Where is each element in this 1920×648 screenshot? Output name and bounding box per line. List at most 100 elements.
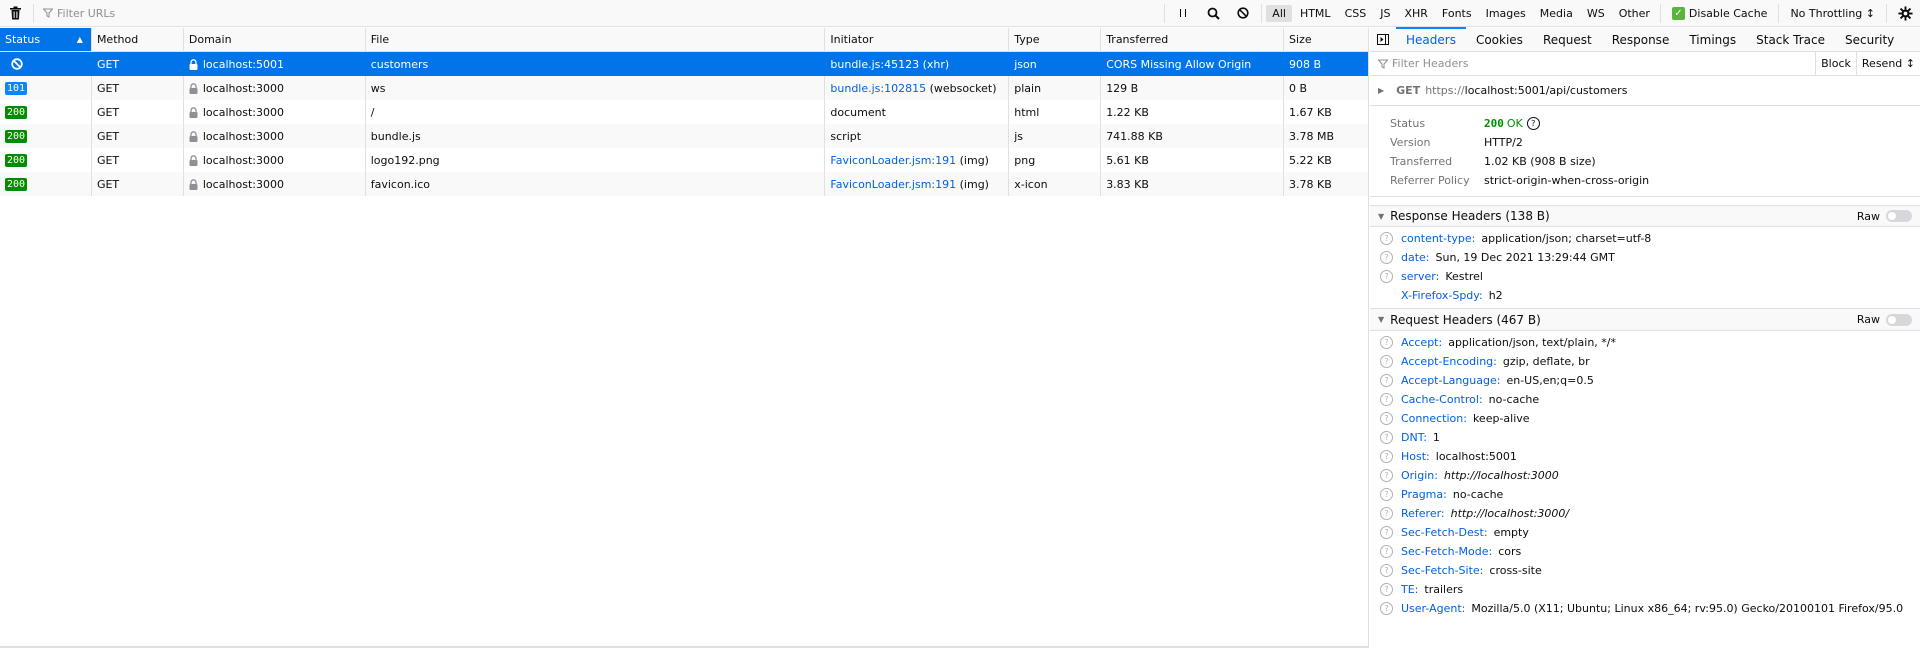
request-headers-section[interactable]: ▼ Request Headers (467 B) Raw: [1370, 309, 1920, 331]
header-row[interactable]: ? Sec-Fetch-Dest: empty: [1370, 523, 1920, 542]
help-icon[interactable]: ?: [1380, 431, 1393, 444]
cell-transferred: CORS Missing Allow Origin: [1106, 57, 1252, 71]
help-icon[interactable]: ?: [1380, 488, 1393, 501]
filter-urls-input[interactable]: [57, 6, 457, 20]
help-icon[interactable]: ?: [1526, 117, 1540, 130]
header-row[interactable]: ? User-Agent: Mozilla/5.0 (X11; Ubuntu; Li…: [1370, 599, 1920, 618]
header-row[interactable]: ? Origin: http://localhost:3000: [1370, 466, 1920, 485]
header-row[interactable]: ? Pragma: no-cache: [1370, 485, 1920, 504]
header-row[interactable]: ? Accept-Encoding: gzip, deflate, br: [1370, 352, 1920, 371]
filter-fonts[interactable]: Fonts: [1436, 5, 1478, 22]
help-icon[interactable]: ?: [1380, 526, 1393, 539]
initiator-link[interactable]: FaviconLoader.jsm:191: [830, 154, 956, 167]
cell-initiator: FaviconLoader.jsm:191 (img): [825, 148, 1010, 172]
tab-cookies[interactable]: Cookies: [1466, 28, 1533, 51]
filter-html[interactable]: HTML: [1294, 5, 1337, 22]
block-urls-button[interactable]: [1228, 0, 1258, 27]
filter-xhr[interactable]: XHR: [1398, 5, 1433, 22]
column-header-size[interactable]: Size: [1284, 28, 1368, 51]
request-method: GET: [1396, 84, 1421, 97]
help-icon[interactable]: ?: [1380, 602, 1393, 615]
tab-headers[interactable]: Headers: [1396, 27, 1466, 51]
header-row[interactable]: ? TE: trailers: [1370, 580, 1920, 599]
initiator-link[interactable]: FaviconLoader.jsm:191: [830, 178, 956, 191]
header-row[interactable]: ? Host: localhost:5001: [1370, 447, 1920, 466]
header-row[interactable]: ?X-Firefox-Spdy:h2: [1370, 286, 1920, 305]
column-header-type[interactable]: Type: [1009, 28, 1102, 51]
help-icon[interactable]: ?: [1380, 232, 1393, 245]
initiator-link[interactable]: bundle.js:102815: [830, 82, 926, 95]
help-icon[interactable]: ?: [1380, 564, 1393, 577]
pause-button[interactable]: [1168, 0, 1198, 27]
filter-css[interactable]: CSS: [1339, 5, 1373, 22]
help-icon[interactable]: ?: [1380, 251, 1393, 264]
toggle-switch[interactable]: [1886, 313, 1912, 326]
tab-response[interactable]: Response: [1602, 28, 1680, 51]
tab-stack-trace[interactable]: Stack Trace: [1746, 28, 1835, 51]
initiator-link[interactable]: bundle.js:45123: [830, 58, 919, 71]
header-row[interactable]: ? DNT: 1: [1370, 428, 1920, 447]
tab-timings[interactable]: Timings: [1679, 28, 1746, 51]
tab-security[interactable]: Security: [1835, 28, 1904, 51]
filter-js[interactable]: JS: [1374, 5, 1396, 22]
filter-media[interactable]: Media: [1534, 5, 1579, 22]
header-row[interactable]: ? Referer: http://localhost:3000/: [1370, 504, 1920, 523]
help-icon[interactable]: ?: [1380, 545, 1393, 558]
help-icon[interactable]: ?: [1380, 374, 1393, 387]
initiator-cause: (websocket): [926, 81, 997, 95]
column-header-status[interactable]: Status ▲: [0, 28, 92, 51]
response-headers-section[interactable]: ▼ Response Headers (138 B) Raw: [1370, 205, 1920, 227]
help-icon[interactable]: ?: [1380, 583, 1393, 596]
header-row[interactable]: ? content-type: application/json; charset=…: [1370, 229, 1920, 248]
request-row[interactable]: 200 GET localhost:3000 bundle.js script js 741…: [0, 124, 1368, 148]
column-header-method[interactable]: Method: [92, 28, 184, 51]
filter-ws[interactable]: WS: [1581, 5, 1611, 22]
raw-response-toggle[interactable]: Raw: [1857, 210, 1912, 223]
resend-button[interactable]: Resend ↕: [1855, 51, 1920, 76]
help-icon[interactable]: ?: [1380, 393, 1393, 406]
filter-all[interactable]: All: [1266, 4, 1292, 22]
help-icon[interactable]: ?: [1380, 355, 1393, 368]
request-url-summary[interactable]: ▶ GET https:// localhost:5001/api/custom…: [1370, 76, 1920, 106]
header-value: keep-alive: [1472, 412, 1530, 425]
help-icon[interactable]: ?: [1380, 336, 1393, 349]
header-row[interactable]: ? Sec-Fetch-Mode: cors: [1370, 542, 1920, 561]
request-row[interactable]: GET localhost:5001 customers bundle.js:4512…: [0, 52, 1368, 76]
header-row[interactable]: ? Cache-Control: no-cache: [1370, 390, 1920, 409]
settings-button[interactable]: [1890, 0, 1920, 27]
request-url-scheme: https://: [1425, 84, 1465, 97]
header-row[interactable]: ? server: Kestrel: [1370, 267, 1920, 286]
request-row[interactable]: 200 GET localhost:3000 favicon.ico FaviconLo…: [0, 172, 1368, 196]
column-header-transferred[interactable]: Transferred: [1101, 28, 1285, 51]
tab-request[interactable]: Request: [1533, 28, 1602, 51]
raw-request-toggle[interactable]: Raw: [1857, 313, 1912, 326]
header-row[interactable]: ? Connection: keep-alive: [1370, 409, 1920, 428]
header-row[interactable]: ? Accept: application/json, text/plain, */…: [1370, 333, 1920, 352]
column-header-file[interactable]: File: [366, 28, 826, 51]
help-icon[interactable]: ?: [1380, 270, 1393, 283]
request-row[interactable]: 200 GET localhost:3000/ document html 1.22 KB…: [0, 100, 1368, 124]
header-row[interactable]: ? Accept-Language: en-US,en;q=0.5: [1370, 371, 1920, 390]
search-button[interactable]: [1198, 0, 1228, 27]
filter-headers-input[interactable]: [1392, 57, 1816, 70]
help-icon[interactable]: ?: [1380, 450, 1393, 463]
header-row[interactable]: ? date: Sun, 19 Dec 2021 13:29:44 GMT: [1370, 248, 1920, 267]
request-row[interactable]: 200 GET localhost:3000 logo192.png FaviconLo…: [0, 148, 1368, 172]
column-header-domain[interactable]: Domain: [184, 28, 366, 51]
column-header-initiator[interactable]: Initiator: [825, 28, 1010, 51]
help-icon[interactable]: ?: [1380, 412, 1393, 425]
disable-cache-checkbox[interactable]: ✓ Disable Cache: [1664, 6, 1776, 20]
request-row[interactable]: 101 GET localhost:3000 ws bundle.js:102815 (…: [0, 76, 1368, 100]
filter-images[interactable]: Images: [1480, 5, 1532, 22]
header-name: Sec-Fetch-Mode:: [1401, 545, 1493, 558]
clear-button[interactable]: [0, 0, 30, 27]
header-row[interactable]: ? Sec-Fetch-Site: cross-site: [1370, 561, 1920, 580]
help-icon[interactable]: ?: [1380, 469, 1393, 482]
filter-other[interactable]: Other: [1613, 5, 1656, 22]
summary-status: Status 200 OK ?: [1370, 114, 1920, 133]
toggle-switch[interactable]: [1886, 210, 1912, 222]
throttling-select[interactable]: No Throttling ↕: [1782, 7, 1883, 20]
help-icon[interactable]: ?: [1380, 507, 1393, 520]
toggle-sidebar-button[interactable]: [1370, 28, 1396, 51]
block-button[interactable]: Block: [1815, 51, 1856, 76]
